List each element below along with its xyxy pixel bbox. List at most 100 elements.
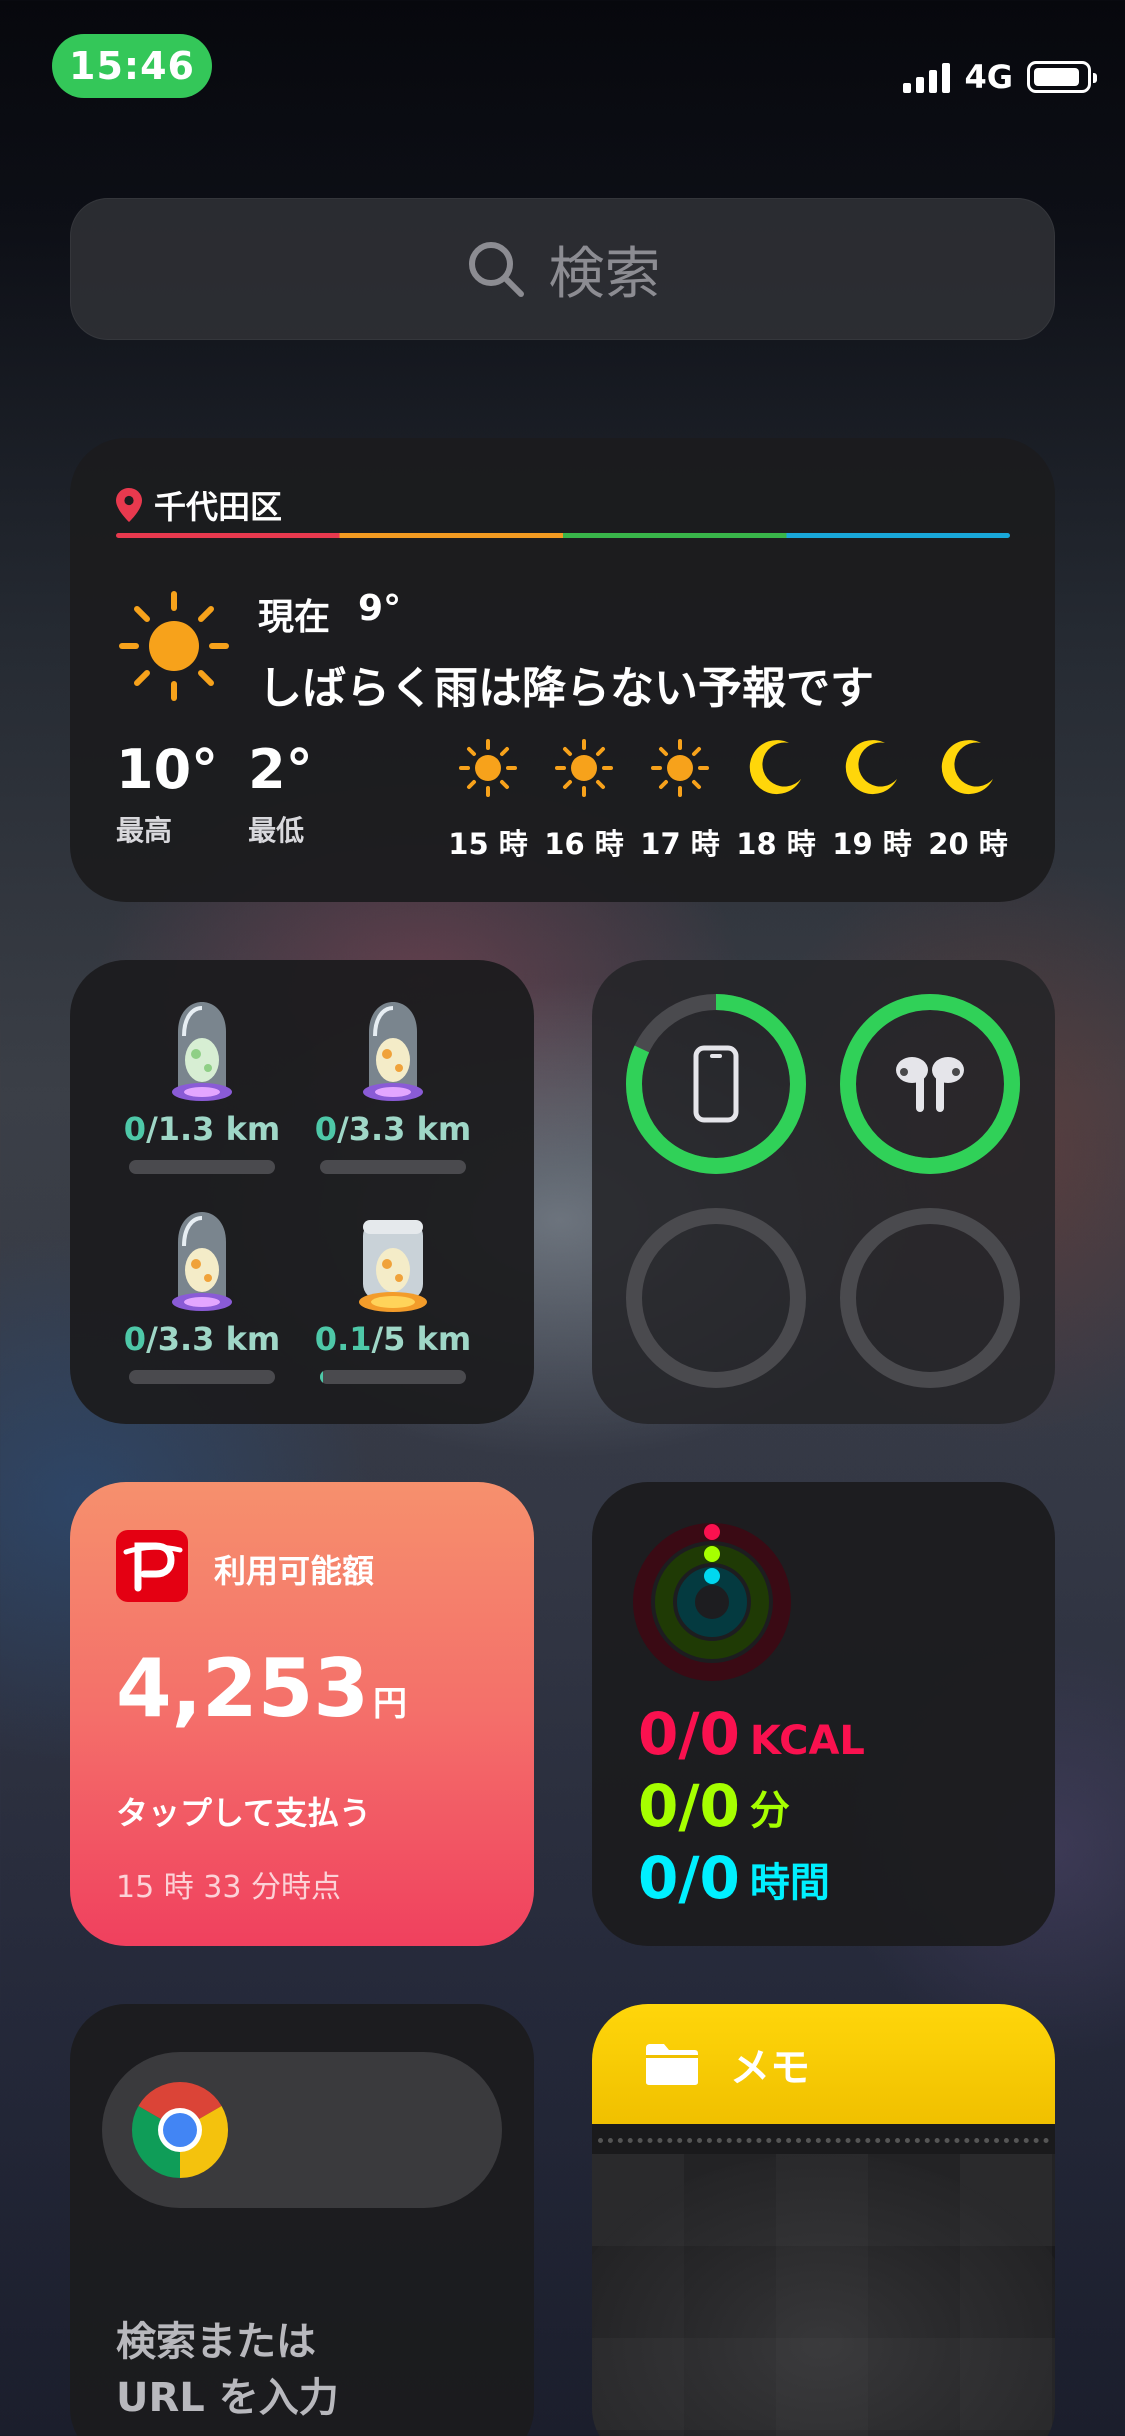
weather-location: 千代田区 xyxy=(116,482,282,528)
batteries-widget[interactable] xyxy=(592,960,1055,1424)
paypay-widget[interactable]: 利用可能額 4,253 円 タップして支払う 15 時 33 分時点 xyxy=(70,1482,534,1946)
stand-row: 0/0 時間 xyxy=(638,1844,830,1912)
battery-empty-slot xyxy=(626,1208,806,1388)
moon-icon xyxy=(841,733,903,803)
current-conditions: 現在 9° xyxy=(258,588,401,640)
glass-incubator-icon xyxy=(363,1002,423,1101)
hour-label: 20 時 xyxy=(928,827,1008,861)
hour-label: 16 時 xyxy=(544,827,624,861)
stand-unit: 時間 xyxy=(749,1860,830,1906)
egg-slot[interactable]: 0/3.3 km xyxy=(112,1206,292,1384)
location-pin-icon xyxy=(116,488,142,522)
stand-value: 0/0 xyxy=(638,1844,740,1912)
egg-walked: 0.1 xyxy=(314,1320,372,1358)
move-unit: KCAL xyxy=(749,1718,865,1764)
hour-label: 17 時 xyxy=(640,827,720,861)
exercise-row: 0/0 分 xyxy=(638,1772,790,1840)
battery-ring xyxy=(626,994,806,1174)
move-value: 0/0 xyxy=(638,1700,740,1768)
egg-walked: 0 xyxy=(123,1320,147,1358)
sun-icon xyxy=(553,733,615,803)
high-temp: 10° xyxy=(116,738,219,801)
egg-walked: 0 xyxy=(314,1110,338,1148)
egg-distance: 0/3.3 km xyxy=(123,1320,281,1358)
low-temp: 2° xyxy=(248,738,313,801)
paypay-logo-icon xyxy=(116,1530,188,1602)
status-indicators: 4G xyxy=(903,58,1097,96)
egg-slot[interactable]: 0/3.3 km xyxy=(303,996,483,1174)
location-name: 千代田区 xyxy=(154,488,283,526)
sun-icon xyxy=(649,733,711,803)
chrome-widget[interactable]: 検索または URL を入力 xyxy=(70,2004,534,2436)
current-temp: 9° xyxy=(358,588,402,629)
hour-label: 19 時 xyxy=(832,827,912,861)
network-type: 4G xyxy=(964,58,1013,96)
low-label: 最低 xyxy=(248,814,305,847)
battery-rings xyxy=(626,994,1020,1388)
weather-widget[interactable]: 千代田区 現在 9° しばらく雨は降らない予報です 10° 最高 2° 最低 1… xyxy=(70,438,1055,902)
search-field[interactable]: 検索 xyxy=(70,198,1055,340)
egg-incubator-widget[interactable]: 0/1.3 km 0/3.3 km 0/3.3 km 0.1/5 km xyxy=(70,960,534,1424)
airpods-icon xyxy=(896,1057,964,1112)
memo-widget[interactable]: メモ xyxy=(592,2004,1055,2436)
egg-walked: 0 xyxy=(123,1110,147,1148)
activity-widget[interactable]: 0/0 KCAL 0/0 分 0/0 時間 xyxy=(592,1482,1055,1946)
hour-forecast: 17 時 xyxy=(632,733,728,863)
hour-forecast: 19 時 xyxy=(824,733,920,863)
battery-empty-slot xyxy=(840,1208,1020,1388)
iphone-icon xyxy=(693,1045,739,1123)
search-icon xyxy=(468,242,524,297)
move-row: 0/0 KCAL xyxy=(638,1700,865,1768)
moon-icon xyxy=(937,733,999,803)
status-time[interactable]: 15:46 xyxy=(52,34,212,98)
high-low-temps: 10° 最高 2° 最低 xyxy=(116,738,313,849)
egg-slot[interactable]: 0.1/5 km xyxy=(303,1206,483,1384)
egg-progress-bar xyxy=(129,1370,275,1384)
exercise-value: 0/0 xyxy=(638,1772,740,1840)
egg-total: 1.3 km xyxy=(157,1110,281,1148)
weather-message: しばらく雨は降らない予報です xyxy=(258,663,874,714)
exercise-unit: 分 xyxy=(749,1788,790,1834)
hour-forecast: 20 時 xyxy=(920,733,1016,863)
glass-incubator-icon xyxy=(172,1212,232,1311)
memo-header: メモ xyxy=(592,2004,1055,2124)
memo-preview xyxy=(592,2154,1055,2436)
high-label: 最高 xyxy=(116,814,173,847)
battery-icon xyxy=(1027,61,1097,93)
current-label: 現在 xyxy=(258,597,331,638)
hour-label: 15 時 xyxy=(448,827,528,861)
egg-total: 5 km xyxy=(383,1320,472,1358)
super-incubator-icon xyxy=(359,1220,427,1312)
hourly-forecast: 15 時 16 時 17 時 18 時 19 時 20 時 xyxy=(440,733,1016,863)
egg-distance: 0.1/5 km xyxy=(314,1320,472,1358)
signal-icon xyxy=(903,61,951,93)
egg-distance: 0/1.3 km xyxy=(123,1110,281,1148)
hour-forecast: 18 時 xyxy=(728,733,824,863)
sun-icon xyxy=(457,733,519,803)
chrome-logo-icon xyxy=(131,2082,229,2178)
egg-slot[interactable]: 0/1.3 km xyxy=(112,996,292,1174)
egg-total: 3.3 km xyxy=(157,1320,281,1358)
chrome-search-pill[interactable] xyxy=(102,2052,502,2208)
memo-title: メモ xyxy=(730,2045,810,2091)
pay-action[interactable]: タップして支払う xyxy=(116,1788,371,1834)
battery-ring xyxy=(840,994,1020,1174)
folder-icon xyxy=(646,2044,698,2085)
glass-incubator-icon xyxy=(172,1002,232,1101)
moon-icon xyxy=(745,733,807,803)
paypay-amount: 4,253 円 xyxy=(116,1642,407,1735)
memo-divider xyxy=(598,2138,1049,2144)
sun-icon xyxy=(119,591,229,701)
hour-label: 18 時 xyxy=(736,827,816,861)
weather-color-bar xyxy=(116,533,1010,538)
activity-rings-icon xyxy=(633,1523,791,1681)
egg-progress-bar xyxy=(320,1370,466,1384)
search-placeholder: 検索 xyxy=(548,241,661,307)
updated-time: 15 時 33 分時点 xyxy=(116,1870,341,1905)
hour-forecast: 16 時 xyxy=(536,733,632,863)
egg-progress-bar xyxy=(320,1160,466,1174)
chrome-search-text[interactable]: 検索または URL を入力 xyxy=(116,2314,339,2426)
amount-unit: 円 xyxy=(373,1684,408,1724)
egg-distance: 0/3.3 km xyxy=(314,1110,472,1148)
egg-progress-bar xyxy=(129,1160,275,1174)
